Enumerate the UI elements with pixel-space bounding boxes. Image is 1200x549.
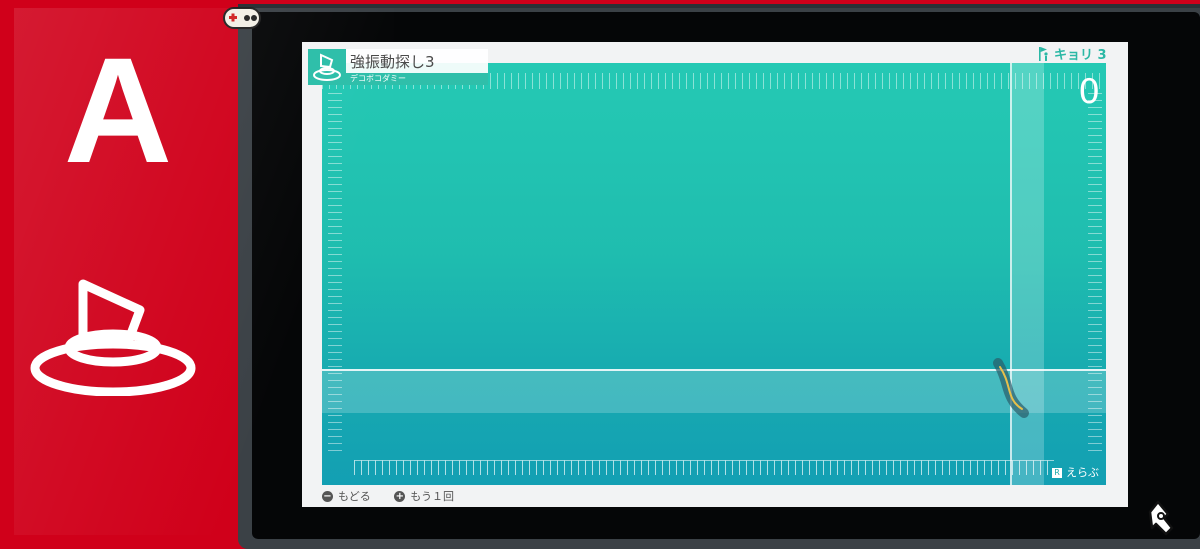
joycon-icon [223, 7, 261, 29]
retry-label: もう１回 [410, 490, 454, 503]
back-label: もどる [338, 490, 371, 503]
title-mode-icon [308, 49, 346, 85]
bottom-ruler [354, 460, 1054, 475]
r-button-badge: R [1052, 468, 1062, 478]
distance-label: キョリ 3 [1054, 48, 1107, 63]
retry-button[interactable]: + もう１回 [394, 488, 454, 504]
minus-button-icon: − [322, 490, 333, 502]
select-label: えらぶ [1066, 466, 1099, 479]
device-top-edge [238, 4, 1200, 8]
sonar-mini-icon [313, 53, 341, 81]
game-subtitle: デコボコダミー [346, 73, 488, 85]
score-counter: 0 [1078, 72, 1100, 112]
side-panel: A [0, 0, 238, 549]
back-button[interactable]: − もどる [322, 488, 371, 504]
title-card: 強振動探し3 デコボコダミー [308, 49, 488, 85]
pointer-hand-icon [1148, 500, 1174, 536]
player-letter: A [63, 26, 173, 194]
vibration-blip-icon [993, 358, 1029, 418]
footer-controls: − もどる + もう１回 [322, 488, 474, 504]
plus-button-icon: + [394, 490, 406, 502]
distance-indicator: キョリ 3 [1038, 44, 1107, 63]
game-title: 強振動探し3 [350, 53, 435, 71]
select-hint[interactable]: R えらぶ [1052, 464, 1099, 480]
sonar-fish-icon [30, 279, 196, 396]
horizontal-scan-band [322, 369, 1106, 413]
sonar-view[interactable] [322, 63, 1106, 485]
flag-person-icon [1039, 47, 1048, 61]
